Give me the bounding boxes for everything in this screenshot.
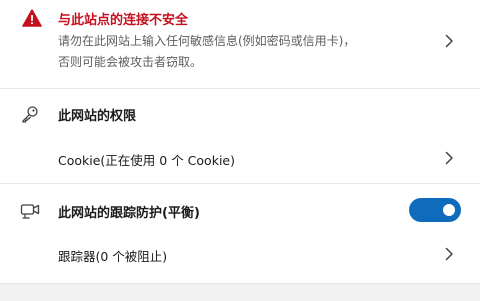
chevron-right-icon[interactable] bbox=[442, 34, 456, 48]
security-warning-row[interactable]: 与此站点的连接不安全 请勿在此网站上输入任何敏感信息(例如密码或信用卡)， 否则… bbox=[0, 0, 480, 88]
permissions-header-row: 此网站的权限 bbox=[0, 89, 480, 139]
security-warning-description-line2: 否则可能会被攻击者窃取。 bbox=[58, 55, 203, 69]
key-icon bbox=[22, 106, 38, 123]
tracking-prevention-toggle[interactable] bbox=[409, 198, 461, 222]
trackers-item[interactable]: 跟踪器(0 个被阻止) bbox=[0, 234, 480, 276]
security-warning-title: 与此站点的连接不安全 bbox=[58, 13, 189, 28]
toggle-knob bbox=[443, 204, 455, 216]
chevron-right-icon[interactable] bbox=[442, 247, 456, 261]
permissions-title: 此网站的权限 bbox=[58, 109, 137, 124]
tracking-prevention-header-row: 此网站的跟踪防护(平衡) bbox=[0, 184, 480, 234]
camera-tracking-icon bbox=[20, 204, 40, 219]
warning-triangle-icon bbox=[22, 9, 42, 27]
cookie-item[interactable]: Cookie(正在使用 0 个 Cookie) bbox=[0, 139, 480, 179]
tracking-prevention-title: 此网站的跟踪防护(平衡) bbox=[58, 206, 200, 221]
site-info-panel: 与此站点的连接不安全 请勿在此网站上输入任何敏感信息(例如密码或信用卡)， 否则… bbox=[0, 0, 480, 301]
chevron-right-icon[interactable] bbox=[442, 151, 456, 165]
cookie-item-label: Cookie(正在使用 0 个 Cookie) bbox=[58, 153, 235, 168]
security-warning-description: 请勿在此网站上输入任何敏感信息(例如密码或信用卡)， 否则可能会被攻击者窃取。 bbox=[58, 31, 438, 73]
panel-footer bbox=[0, 283, 480, 301]
trackers-item-label: 跟踪器(0 个被阻止) bbox=[58, 249, 168, 264]
security-warning-description-line1: 请勿在此网站上输入任何敏感信息(例如密码或信用卡)， bbox=[58, 34, 356, 48]
